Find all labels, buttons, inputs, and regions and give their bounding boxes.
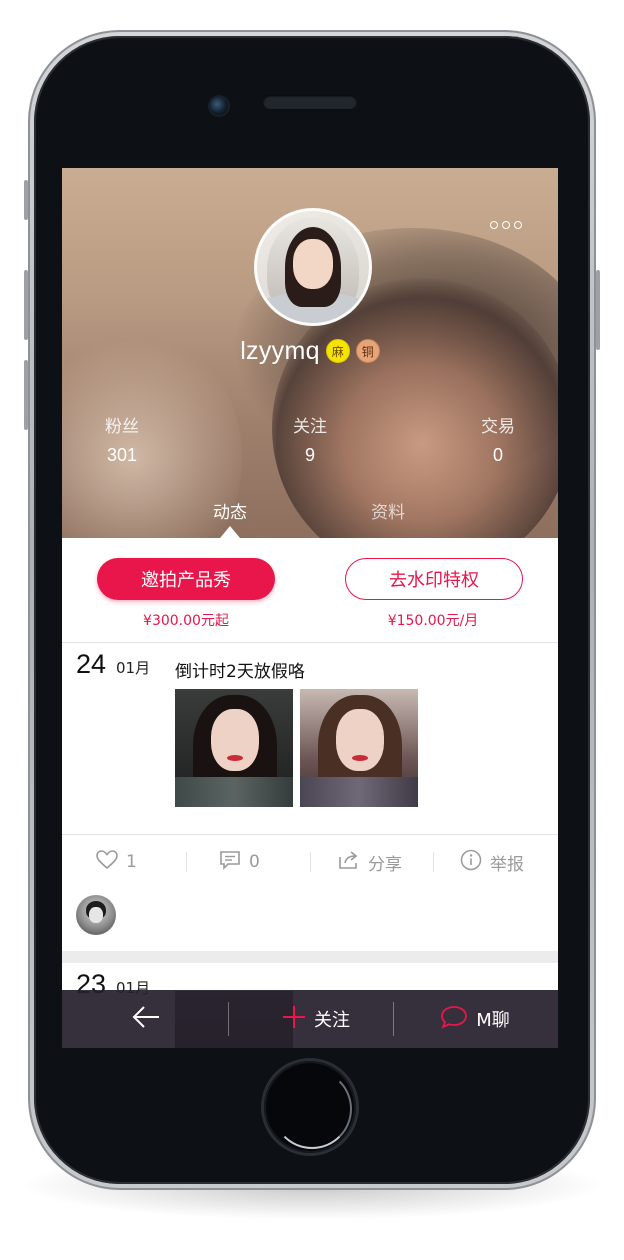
share-button[interactable]: 分享	[338, 836, 402, 888]
stat-label: 粉丝	[105, 417, 139, 437]
profile-tabs: 动态 资料	[62, 494, 558, 538]
back-arrow-icon	[131, 1005, 161, 1034]
report-button[interactable]: 举报	[460, 836, 524, 888]
front-camera	[210, 97, 228, 115]
badge-ma-icon: 麻	[325, 339, 350, 363]
share-label: 分享	[368, 854, 402, 875]
action-separator	[310, 852, 311, 872]
stat-label: 关注	[293, 417, 327, 437]
stat-following[interactable]: 关注 9	[250, 412, 370, 466]
bottom-bar-separator	[228, 1002, 229, 1036]
profile-avatar[interactable]	[254, 208, 372, 326]
volume-up-button	[24, 270, 28, 340]
comment-count: 0	[249, 852, 260, 872]
remove-watermark-button[interactable]: 去水印特权	[345, 558, 523, 600]
chat-button[interactable]: M聊	[430, 990, 520, 1048]
action-separator	[433, 852, 434, 872]
invite-shoot-button[interactable]: 邀拍产品秀	[97, 558, 275, 600]
stat-fans[interactable]: 粉丝 301	[62, 412, 182, 466]
post-action-bar: 1 0 分享 举报	[62, 836, 558, 888]
chat-label: M聊	[476, 1010, 510, 1031]
post-separator-band	[62, 951, 558, 963]
bottom-bar-separator	[393, 1002, 394, 1036]
heart-icon	[96, 849, 118, 875]
post-divider	[62, 834, 558, 835]
plus-icon	[282, 1005, 306, 1034]
follow-button[interactable]: 关注	[266, 990, 366, 1048]
profile-stats: 粉丝 301 关注 9 交易 0	[62, 412, 558, 472]
back-button[interactable]	[122, 990, 170, 1048]
app-screen: lzyymq 麻 铜 粉丝 301 关注 9 交易 0 动态 资料 邀拍产品秀	[62, 168, 558, 1048]
username-row: lzyymq 麻 铜	[62, 334, 558, 368]
share-icon	[338, 850, 360, 875]
volume-down-button	[24, 360, 28, 430]
report-label: 举报	[490, 854, 524, 875]
follow-label: 关注	[314, 1010, 350, 1031]
action-separator	[186, 852, 187, 872]
post-month: 01月	[116, 659, 151, 677]
badge-tong-icon: 铜	[355, 339, 380, 363]
power-button	[596, 270, 600, 350]
action-section: 邀拍产品秀 去水印特权 ¥300.00元起 ¥150.00元/月	[62, 538, 558, 642]
commenter-avatar[interactable]	[76, 895, 116, 935]
watermark-price: ¥150.00元/月	[387, 613, 479, 629]
chat-bubble-icon	[440, 1005, 468, 1034]
more-dots-icon[interactable]	[486, 216, 526, 234]
like-button[interactable]: 1	[96, 836, 137, 888]
tab-activity[interactable]: 动态	[170, 498, 290, 523]
bottom-action-bar: 关注 M聊	[62, 990, 558, 1048]
profile-cover: lzyymq 麻 铜 粉丝 301 关注 9 交易 0 动态 资料	[62, 168, 558, 538]
post-photo[interactable]	[175, 689, 293, 807]
post-day: 24	[76, 649, 107, 679]
mute-switch	[24, 180, 28, 220]
post-text: 倒计时2天放假咯	[175, 662, 305, 682]
home-button-ring	[272, 1069, 352, 1149]
stat-label: 交易	[481, 417, 515, 437]
stat-value: 9	[304, 445, 315, 465]
post-photo[interactable]	[300, 689, 418, 807]
active-tab-indicator	[220, 526, 240, 538]
tab-profile-info[interactable]: 资料	[328, 498, 448, 523]
info-icon	[460, 849, 482, 876]
stat-deals[interactable]: 交易 0	[438, 412, 558, 466]
like-count: 1	[126, 852, 137, 872]
comment-icon	[219, 850, 241, 875]
invite-price: ¥300.00元起	[143, 613, 229, 629]
stat-value: 301	[106, 445, 138, 465]
feed-post: 24 01月 倒计时2天放假咯 1 0 分享 举报	[62, 643, 558, 951]
stat-value: 0	[492, 445, 503, 465]
earpiece-speaker	[263, 95, 357, 109]
comment-button[interactable]: 0	[219, 836, 260, 888]
username: lzyymq	[240, 336, 320, 365]
